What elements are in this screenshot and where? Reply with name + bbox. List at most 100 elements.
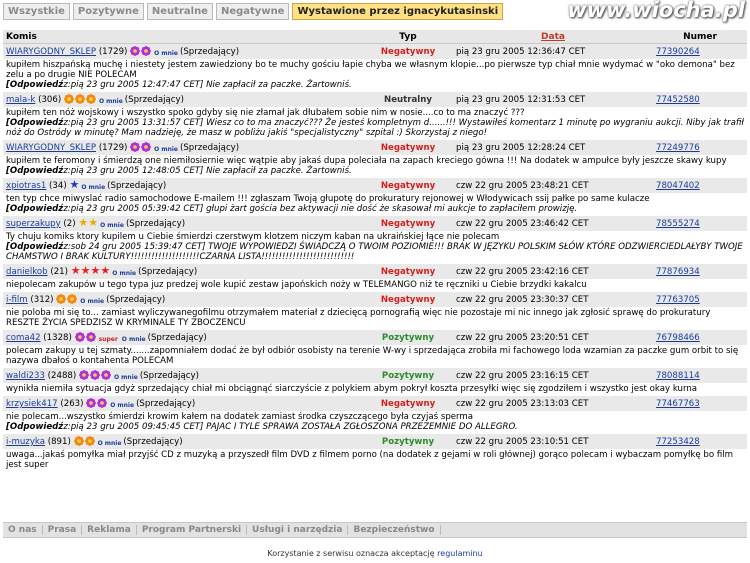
purple-flower-icon [74,332,85,342]
blue-star-icon: ★ [69,178,80,191]
rating-count: (2) [63,219,76,229]
footer-link[interactable]: Usługi i narzędzia [247,525,349,535]
comment-text: kupiłem hiszpańską muchę i niestety jest… [6,60,735,80]
about-me-icon[interactable]: O mnie [154,51,178,57]
comment-body-row: kupiłem te feromony i śmierdzą one niemi… [3,155,747,178]
auction-number-link[interactable]: 78047402 [656,181,700,191]
comment-type: Pozytywny [381,436,435,447]
about-me-icon[interactable]: O mnie [110,403,134,409]
comment-date: czw 22 gru 2005 23:13:03 CET [453,396,653,411]
about-me-icon[interactable]: O mnie [100,223,124,229]
rating-count: (21) [50,267,69,277]
about-me-icon[interactable]: O mnie [114,375,138,381]
col-data[interactable]: Data [453,30,653,44]
comment-type: Pozytywny [381,332,435,343]
auction-number-link[interactable]: 77253428 [656,437,700,447]
about-me-icon[interactable]: O mnie [154,147,178,153]
table-row: WIARYGODNY_SKLEP (1729) O mnie (Sprzedają… [3,140,747,155]
auction-number-link[interactable]: 77467763 [656,399,700,409]
tab-2[interactable]: Neutralne [146,3,213,20]
comment-date: czw 22 gru 2005 23:48:21 CET [453,178,653,193]
comment-date: czw 22 gru 2005 23:42:16 CET [453,264,653,279]
table-row: i-muzyka (891) O mnie (Sprzedający) Pozyty… [3,434,747,449]
seller-link[interactable]: i-film [6,295,28,305]
purple-flower-icon [141,46,152,56]
rating-count: (312) [30,295,54,305]
orange-flower-icon [84,436,95,446]
seller-role: (Sprzedający) [138,267,198,277]
about-me-icon[interactable]: O mnie [122,337,146,343]
seller-reply: [Odpowiedźz:pią 23 gru 2005 09:45:45 CET… [6,422,744,432]
col-komis: Komis [3,30,363,44]
seller-role: (Sprzedający) [147,333,207,343]
about-me-icon[interactable]: O mnie [112,271,136,277]
purple-flower-icon [141,142,152,152]
comments-table: Komis Typ Data Numer WIARYGODNY_SKLEP (1… [3,30,747,472]
super-seller-icon: super [98,336,118,343]
about-me-icon[interactable]: O mnie [81,185,105,191]
red-star-icon: ★ [70,264,81,277]
tab-1[interactable]: Pozytywne [72,3,144,20]
purple-flower-icon [97,398,108,408]
footer-link[interactable]: Prasa [43,525,83,535]
footer-link[interactable]: Bezpieczeństwo [348,525,441,535]
orange-flower-icon [56,294,67,304]
seller-link[interactable]: danielkob [6,267,48,277]
comment-body-row: polecam zakupy u tej szmaty.......zapomn… [3,345,747,368]
seller-reply: [Odpowiedźz:pią 23 gru 2005 13:31:57 CET… [6,118,744,138]
seller-link[interactable]: mala-k [6,95,35,105]
about-me-icon[interactable]: O mnie [80,299,104,305]
about-me-icon[interactable]: O mnie [99,99,123,105]
reply-text: z:sob 24 gru 2005 15:39:47 CET] TWOJE WY… [6,242,743,262]
auction-number-link[interactable]: 78088114 [656,371,700,381]
comment-text: niepolecam zakupów u tego typa juz predz… [6,280,587,290]
purple-flower-icon [86,398,97,408]
auction-number-link[interactable]: 77452580 [656,95,700,105]
yellow-star-icon: ★ [78,216,89,229]
comment-text: uwaga...jakaś pomyłka miał przyjść CD z … [6,450,734,470]
rating-count: (263) [60,399,84,409]
seller-role: (Sprzedający) [107,181,167,191]
auction-number-link[interactable]: 76798466 [656,333,700,343]
terms-link[interactable]: regulaminu [437,549,482,558]
seller-link[interactable]: waldi233 [6,371,45,381]
tab-0[interactable]: Wszystkie [3,3,70,20]
footer-link[interactable]: Reklama [82,525,137,535]
comment-date: czw 22 gru 2005 23:16:15 CET [453,368,653,383]
auction-number-link[interactable]: 77876934 [656,267,700,277]
seller-role: (Sprzedający) [125,219,186,229]
purple-flower-icon [85,332,96,342]
seller-link[interactable]: xpiotras1 [6,181,46,191]
seller-link[interactable]: WIARYGODNY_SKLEP [6,143,96,153]
seller-link[interactable]: coma42 [6,333,41,343]
rating-count: (2488) [47,371,77,381]
auction-number-link[interactable]: 78555274 [656,219,700,229]
comment-date: czw 22 gru 2005 23:30:37 CET [453,292,653,307]
auction-number-link[interactable]: 77763705 [656,295,700,305]
footer-link[interactable]: O nas [3,525,43,535]
seller-link[interactable]: WIARYGODNY_SKLEP [6,47,96,57]
table-header: Komis Typ Data Numer [3,30,747,44]
tab-4[interactable]: Wystawione przez ignacykutasinski [292,3,504,20]
seller-link[interactable]: superzakupy [6,219,61,229]
comment-body-row: wynikła niemiła sytuacja gdyż sprzedając… [3,383,747,396]
seller-link[interactable]: i-muzyka [6,437,45,447]
auction-number-link[interactable]: 77249776 [656,143,700,153]
comment-date: czw 22 gru 2005 23:46:42 CET [453,216,653,231]
comment-text: nie polecam...wszystko śmierdzi krowim k… [6,412,474,422]
table-row: xpiotras1 (34) ★ O mnie (Sprzedający) Negat… [3,178,747,193]
purple-flower-icon [79,370,89,380]
auction-number-link[interactable]: 77390264 [656,47,700,57]
comment-body-row: Ty chuju komiks ktory kupilem u Ciebie ś… [3,231,747,264]
tab-3[interactable]: Negatywne [215,3,290,20]
orange-flower-icon [86,94,96,104]
about-me-icon[interactable]: O mnie [98,441,122,447]
reply-text: z:pią 23 gru 2005 13:31:57 CET] Wiesz co… [6,118,744,138]
comment-type: Negatywny [380,294,436,305]
seller-link[interactable]: krzysiek417 [6,399,58,409]
table-row: krzysiek417 (263) O mnie (Sprzedający) Neg… [3,396,747,411]
watermark-logo: www.wiocha.pl [567,0,745,22]
footer-link[interactable]: Program Partnerski [137,525,248,535]
red-star-icon: ★ [100,264,111,277]
seller-reply: [Odpowiedźz:sob 24 gru 2005 15:39:47 CET… [6,242,744,262]
